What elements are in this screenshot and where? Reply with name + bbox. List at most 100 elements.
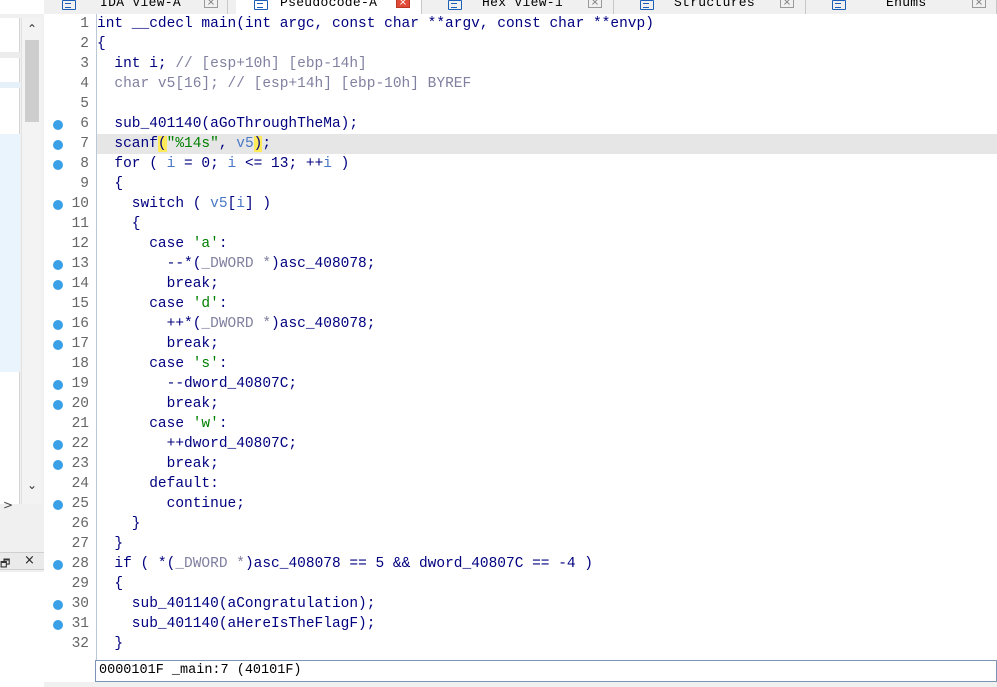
breakpoint-dot-icon[interactable] [53, 140, 63, 150]
code-line-24[interactable]: default: [97, 474, 997, 494]
code-line-17[interactable]: break; [97, 334, 997, 354]
scrollbar-thumb[interactable] [25, 40, 39, 122]
gutter-row[interactable]: 27 [44, 534, 96, 554]
code-line-19[interactable]: --dword_40807C; [97, 374, 997, 394]
breakpoint-dot-icon[interactable] [53, 340, 63, 350]
gutter-row[interactable]: 15 [44, 294, 96, 314]
code-line-29[interactable]: { [97, 574, 997, 594]
gutter-row[interactable]: 3 [44, 54, 96, 74]
gutter-row[interactable]: 4 [44, 74, 96, 94]
code-line-30[interactable]: sub_401140(aCongratulation); [97, 594, 997, 614]
breakpoint-dot-icon[interactable] [53, 440, 63, 450]
breakpoint-dot-icon[interactable] [53, 120, 63, 130]
breakpoint-dot-icon[interactable] [53, 500, 63, 510]
expand-right-icon[interactable]: > [3, 498, 17, 514]
gutter-row[interactable]: 18 [44, 354, 96, 374]
tab-structures[interactable]: Structures × [622, 0, 806, 14]
close-icon[interactable]: × [396, 0, 410, 8]
code-line-12[interactable]: case 'a': [97, 234, 997, 254]
gutter-row[interactable]: 26 [44, 514, 96, 534]
code-line-10[interactable]: switch ( v5[i] ) [97, 194, 997, 214]
code-line-7[interactable]: scanf("%14s", v5); [97, 134, 997, 154]
gutter-row[interactable]: 12 [44, 234, 96, 254]
gutter-row[interactable]: 13 [44, 254, 96, 274]
code-line-26[interactable]: } [97, 514, 997, 534]
gutter-row[interactable]: 1 [44, 14, 96, 34]
gutter-row[interactable]: 31 [44, 614, 96, 634]
code-line-14[interactable]: break; [97, 274, 997, 294]
code-line-31[interactable]: sub_401140(aHereIsTheFlagF); [97, 614, 997, 634]
code-line-18[interactable]: case 's': [97, 354, 997, 374]
tab-hex-view-1[interactable]: Hex View-1 × [430, 0, 614, 14]
list-item[interactable] [0, 82, 20, 88]
gutter-row[interactable]: 6 [44, 114, 96, 134]
gutter-row[interactable]: 19 [44, 374, 96, 394]
breakpoint-dot-icon[interactable] [53, 400, 63, 410]
gutter-row[interactable]: 24 [44, 474, 96, 494]
code-line-27[interactable]: } [97, 534, 997, 554]
breakpoint-dot-icon[interactable] [53, 620, 63, 630]
code-line-8[interactable]: for ( i = 0; i <= 13; ++i ) [97, 154, 997, 174]
breakpoint-dot-icon[interactable] [53, 200, 63, 210]
gutter-row[interactable]: 10 [44, 194, 96, 214]
gutter-row[interactable]: 7 [44, 134, 96, 154]
gutter-row[interactable]: 14 [44, 274, 96, 294]
code-line-4[interactable]: char v5[16]; // [esp+14h] [ebp-10h] BYRE… [97, 74, 997, 94]
close-icon[interactable]: × [204, 0, 218, 8]
gutter-row[interactable]: 5 [44, 94, 96, 114]
gutter-row[interactable]: 17 [44, 334, 96, 354]
breakpoint-dot-icon[interactable] [53, 160, 63, 170]
line-number-gutter[interactable]: 1 2 3 4 5 6 7 8 9 10 11 12 13 14 15 16 17 18 19 20 21 22 23 24 2… [44, 14, 96, 660]
code-line-20[interactable]: break; [97, 394, 997, 414]
code-line-16[interactable]: ++*(_DWORD *)asc_408078; [97, 314, 997, 334]
code-line-22[interactable]: ++dword_40807C; [97, 434, 997, 454]
code-line-28[interactable]: if ( *(_DWORD *)asc_408078 == 5 && dword… [97, 554, 997, 574]
code-line-9[interactable]: { [97, 174, 997, 194]
gutter-row[interactable]: 25 [44, 494, 96, 514]
code-line-23[interactable]: break; [97, 454, 997, 474]
gutter-row[interactable]: 11 [44, 214, 96, 234]
gutter-row[interactable]: 22 [44, 434, 96, 454]
function-list[interactable] [0, 18, 20, 504]
gutter-row[interactable]: 16 [44, 314, 96, 334]
close-icon[interactable]: × [24, 553, 35, 568]
scroll-up-icon[interactable]: ⌃ [22, 20, 42, 38]
gutter-row[interactable]: 28 [44, 554, 96, 574]
breakpoint-dot-icon[interactable] [53, 380, 63, 390]
gutter-row[interactable]: 29 [44, 574, 96, 594]
breakpoint-dot-icon[interactable] [53, 460, 63, 470]
code-line-1[interactable]: int __cdecl main(int argc, const char **… [97, 14, 997, 34]
breakpoint-dot-icon[interactable] [53, 280, 63, 290]
code-line-5[interactable] [97, 94, 997, 114]
tab-enums[interactable]: Enums × [814, 0, 997, 14]
breakpoint-dot-icon[interactable] [53, 320, 63, 330]
code-line-32[interactable]: } [97, 634, 997, 654]
code-line-2[interactable]: { [97, 34, 997, 54]
list-selection[interactable] [0, 134, 20, 372]
breakpoint-dot-icon[interactable] [53, 260, 63, 270]
pseudocode-view[interactable]: 1 2 3 4 5 6 7 8 9 10 11 12 13 14 15 16 17 18 19 20 21 22 23 24 2… [44, 14, 997, 687]
code-line-25[interactable]: continue; [97, 494, 997, 514]
gutter-row[interactable]: 8 [44, 154, 96, 174]
gutter-row[interactable]: 30 [44, 594, 96, 614]
gutter-row[interactable]: 32 [44, 634, 96, 654]
tab-ida-view-a[interactable]: IDA View-A × [44, 0, 228, 14]
gutter-row[interactable]: 21 [44, 414, 96, 434]
gutter-row[interactable]: 2 [44, 34, 96, 54]
scroll-down-icon[interactable]: ⌄ [22, 476, 42, 494]
close-icon[interactable]: × [780, 0, 794, 8]
breakpoint-dot-icon[interactable] [53, 600, 63, 610]
gutter-row[interactable]: 9 [44, 174, 96, 194]
close-icon[interactable]: × [588, 0, 602, 8]
graph-overview-pane[interactable] [0, 572, 44, 687]
code-line-21[interactable]: case 'w': [97, 414, 997, 434]
code-line-15[interactable]: case 'd': [97, 294, 997, 314]
code-area[interactable]: int __cdecl main(int argc, const char **… [97, 14, 997, 660]
gutter-row[interactable]: 20 [44, 394, 96, 414]
list-item[interactable] [0, 52, 20, 58]
tab-pseudocode-a[interactable]: Pseudocode-A × [236, 0, 422, 14]
code-line-11[interactable]: { [97, 214, 997, 234]
vertical-scrollbar[interactable]: ⌃ ⌄ [21, 18, 42, 504]
code-line-3[interactable]: int i; // [esp+10h] [ebp-14h] [97, 54, 997, 74]
gutter-row[interactable]: 23 [44, 454, 96, 474]
